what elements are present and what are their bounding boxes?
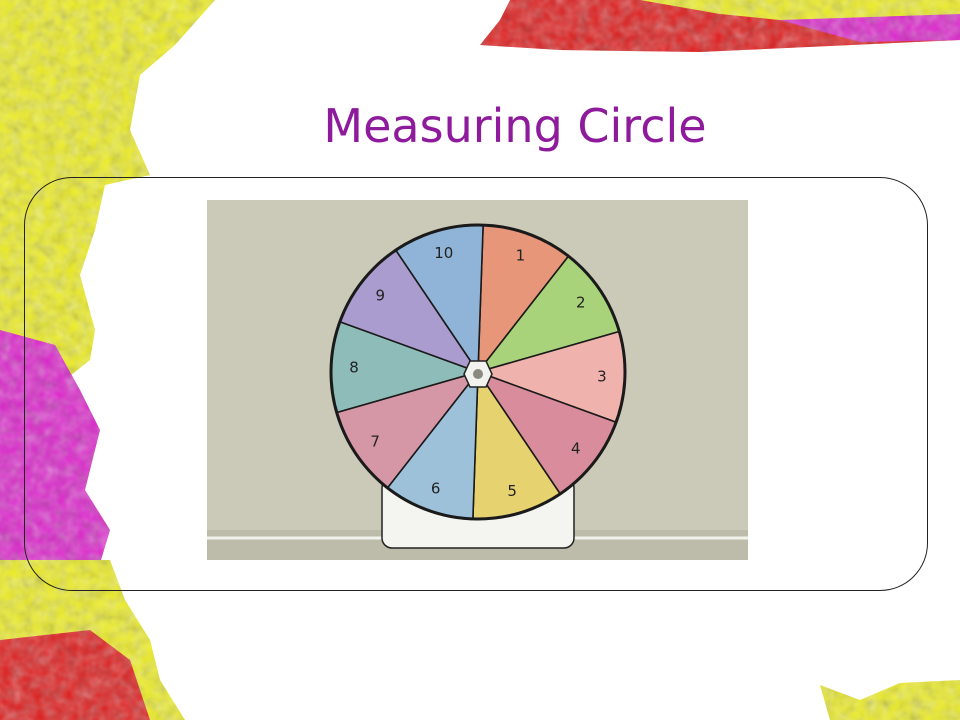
wheel-label-7: 7	[370, 432, 380, 450]
slide-title: Measuring Circle	[323, 99, 707, 153]
wheel-label-2: 2	[576, 294, 586, 312]
wheel-label-4: 4	[571, 439, 581, 457]
wheel-label-1: 1	[516, 246, 526, 264]
wheel-label-10: 10	[434, 244, 453, 262]
wheel-label-8: 8	[349, 359, 359, 377]
wheel-label-6: 6	[431, 480, 441, 498]
wheel-label-9: 9	[376, 287, 386, 305]
measuring-circle-photo: 1 2 3 4 5 6 7 8 9 10	[207, 200, 748, 560]
wheel-label-5: 5	[507, 482, 517, 500]
wheel-pivot-pin	[473, 369, 483, 379]
wheel-label-3: 3	[597, 367, 607, 385]
